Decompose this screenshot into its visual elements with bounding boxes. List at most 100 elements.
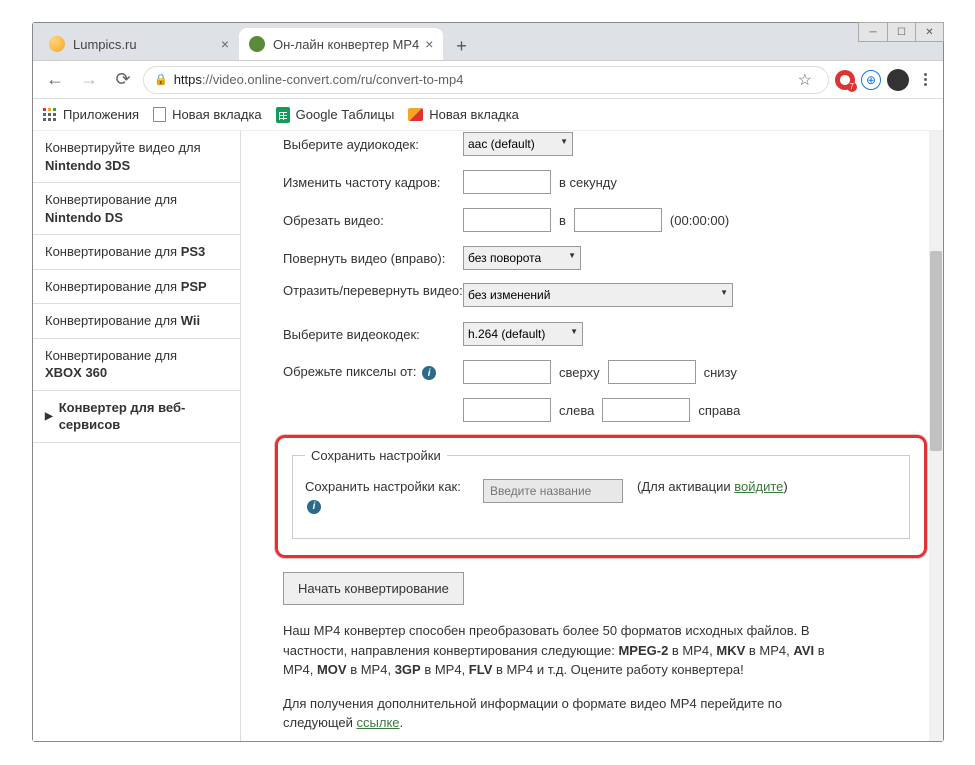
label-audio-codec: Выберите аудиокодек: [283, 137, 463, 152]
label-crop-bottom: снизу [704, 365, 737, 380]
reload-button[interactable]: ⟳ [109, 66, 137, 94]
save-settings-row: Сохранить настройки как:i (Для активации… [305, 479, 897, 514]
sidebar-item-nintendo3ds[interactable]: Конвертируйте видео дляNintendo 3DS [33, 131, 240, 183]
label-video-codec: Выберите видеокодек: [283, 327, 463, 342]
description-paragraph-2: Для получения дополнительной информации … [283, 694, 853, 733]
bookmark-label: Новая вкладка [172, 107, 262, 122]
unit-fps: в секунду [559, 175, 617, 190]
row-audio-codec: Выберите аудиокодек: aac (default) [283, 131, 919, 157]
bookmark-label: Google Таблицы [296, 107, 395, 122]
input-crop-top[interactable] [463, 360, 551, 384]
bookmark-sheets[interactable]: Google Таблицы [276, 107, 395, 123]
bookmark-star-icon[interactable]: ☆ [798, 70, 812, 90]
row-trim: Обрезать видео: в (00:00:00) [283, 207, 919, 233]
login-link[interactable]: войдите [734, 479, 783, 494]
select-video-codec[interactable]: h.264 (default) [463, 322, 583, 346]
hint-save: (Для активации войдите) [637, 479, 788, 494]
scrollbar-thumb[interactable] [930, 251, 942, 451]
more-info-link[interactable]: ссылке [357, 715, 400, 730]
favicon-converter [249, 36, 265, 52]
minimize-button[interactable]: ─ [859, 23, 887, 41]
bookmark-newtab2[interactable]: Новая вкладка [408, 107, 519, 122]
sidebar: Конвертируйте видео дляNintendo 3DS Конв… [33, 131, 241, 741]
bookmark-newtab1[interactable]: Новая вкладка [153, 107, 262, 122]
forward-button[interactable]: → [75, 66, 103, 94]
main-area: Выберите аудиокодек: aac (default) Измен… [241, 131, 943, 741]
input-crop-left[interactable] [463, 398, 551, 422]
tab-title: Lumpics.ru [73, 37, 215, 52]
label-trim: Обрезать видео: [283, 213, 463, 228]
sidebar-item-ps3[interactable]: Конвертирование для PS3 [33, 235, 240, 270]
address-bar-row: ← → ⟳ 🔒 https://video.online-convert.com… [33, 61, 943, 99]
sidebar-item-nintendods[interactable]: Конвертирование дляNintendo DS [33, 183, 240, 235]
page-content: Конвертируйте видео дляNintendo 3DS Конв… [33, 131, 943, 741]
image-icon [408, 108, 423, 121]
bookmark-label: Новая вкладка [429, 107, 519, 122]
sidebar-item-xbox360[interactable]: Конвертирование дляXBOX 360 [33, 339, 240, 391]
sheets-icon [276, 107, 290, 123]
select-rotate[interactable]: без поворота [463, 246, 581, 270]
extension-globe-icon[interactable]: ⊕ [861, 70, 881, 90]
label-save-as: Сохранить настройки как:i [305, 479, 475, 514]
lock-icon: 🔒 [154, 73, 168, 86]
tab-lumpics[interactable]: Lumpics.ru × [39, 28, 239, 60]
start-conversion-button[interactable]: Начать конвертирование [283, 572, 464, 605]
sidebar-item-psp[interactable]: Конвертирование для PSP [33, 270, 240, 305]
extension-opera-icon[interactable]: 7 [835, 70, 855, 90]
chevron-right-icon: ▶ [45, 410, 53, 424]
sidebar-item-wii[interactable]: Конвертирование для Wii [33, 304, 240, 339]
row-crop-2: слева справа [283, 397, 919, 423]
row-fps: Изменить частоту кадров: в секунду [283, 169, 919, 195]
input-crop-right[interactable] [602, 398, 690, 422]
browser-window: ─ ☐ ✕ Lumpics.ru × Он-лайн конвертер MP4… [32, 22, 944, 742]
info-icon[interactable]: i [422, 366, 436, 380]
tab-strip: Lumpics.ru × Он-лайн конвертер MP4 × + [33, 23, 943, 61]
input-trim-start[interactable] [463, 208, 551, 232]
browser-menu-button[interactable] [915, 70, 935, 90]
back-button[interactable]: ← [41, 66, 69, 94]
apps-shortcut[interactable]: Приложения [43, 107, 139, 122]
label-crop-left: слева [559, 403, 594, 418]
tab-title: Он-лайн конвертер MP4 [273, 37, 419, 52]
row-rotate: Повернуть видео (вправо): без поворота [283, 245, 919, 271]
hint-trim: (00:00:00) [670, 213, 729, 228]
url-domain: ://video.online-convert.com [202, 72, 357, 87]
page-icon [153, 107, 166, 122]
url-path: /ru/convert-to-mp4 [357, 72, 463, 87]
window-controls: ─ ☐ ✕ [858, 22, 944, 42]
bookmark-label: Приложения [63, 107, 139, 122]
select-audio-codec[interactable]: aac (default) [463, 132, 573, 156]
vertical-scrollbar[interactable] [929, 131, 943, 741]
favicon-lumpics [49, 36, 65, 52]
close-icon[interactable]: × [221, 36, 229, 52]
label-rotate: Повернуть видео (вправо): [283, 251, 463, 266]
conversion-form: Выберите аудиокодек: aac (default) Измен… [241, 131, 943, 733]
row-video-codec: Выберите видеокодек: h.264 (default) [283, 321, 919, 347]
tab-converter[interactable]: Он-лайн конвертер MP4 × [239, 28, 443, 60]
sidebar-header-webservices[interactable]: ▶Конвертер для веб-сервисов [33, 391, 240, 443]
input-save-name[interactable] [483, 479, 623, 503]
select-flip[interactable]: без изменений [463, 283, 733, 307]
save-settings-highlight: Сохранить настройки Сохранить настройки … [275, 435, 927, 558]
save-settings-fieldset: Сохранить настройки Сохранить настройки … [292, 448, 910, 539]
profile-avatar[interactable] [887, 69, 909, 91]
label-flip: Отразить/перевернуть видео: [283, 283, 463, 300]
maximize-button[interactable]: ☐ [887, 23, 915, 41]
label-trim-sep: в [559, 213, 566, 228]
scrollbar-track [929, 131, 943, 741]
url-scheme: https [174, 72, 202, 87]
label-crop-top: сверху [559, 365, 600, 380]
label-crop: Обрежьте пикселы от: i [283, 364, 463, 381]
input-crop-bottom[interactable] [608, 360, 696, 384]
close-window-button[interactable]: ✕ [915, 23, 943, 41]
new-tab-button[interactable]: + [447, 32, 475, 60]
address-bar[interactable]: 🔒 https://video.online-convert.com/ru/co… [143, 66, 829, 94]
row-crop-1: Обрежьте пикселы от: i сверху снизу [283, 359, 919, 385]
input-fps[interactable] [463, 170, 551, 194]
save-settings-legend: Сохранить настройки [305, 448, 447, 463]
info-icon[interactable]: i [307, 500, 321, 514]
label-crop-right: справа [698, 403, 740, 418]
close-icon[interactable]: × [425, 36, 433, 52]
input-trim-end[interactable] [574, 208, 662, 232]
bookmarks-bar: Приложения Новая вкладка Google Таблицы … [33, 99, 943, 131]
